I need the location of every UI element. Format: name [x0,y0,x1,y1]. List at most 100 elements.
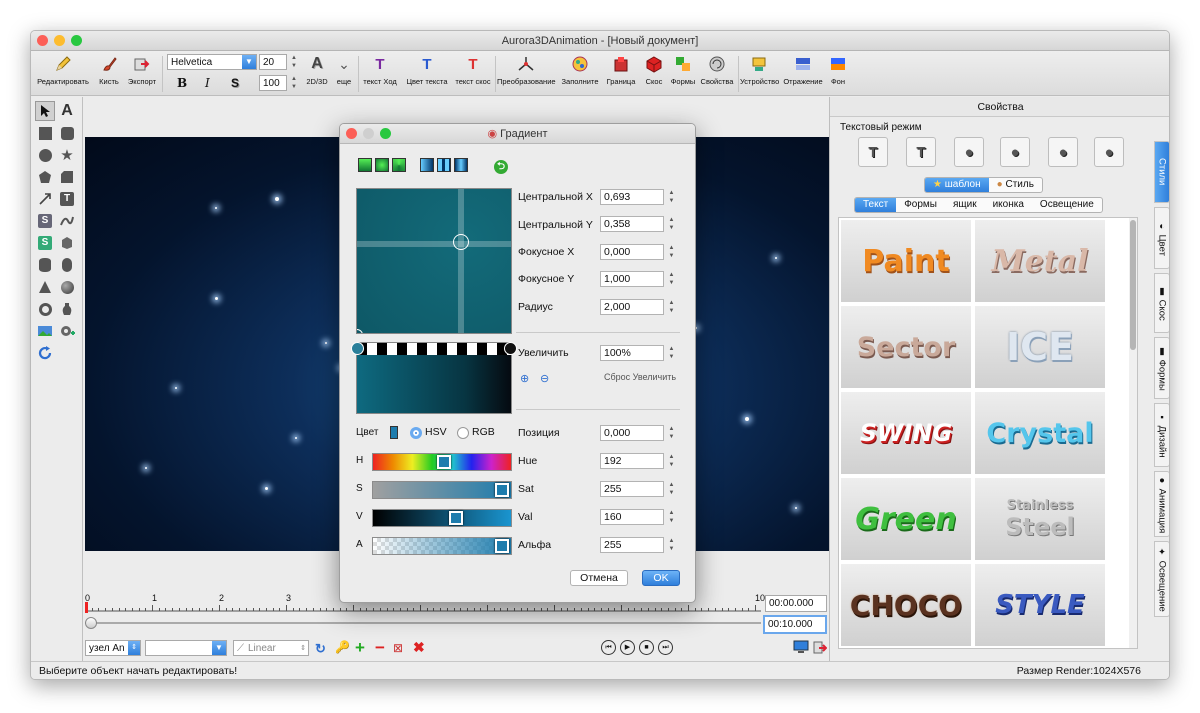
interpolation-select[interactable]: ⟋ Linear ⇕ [233,640,309,656]
focus-y-stepper[interactable]: ▲ ▼ [667,271,676,287]
side-tab[interactable]: Стили [1154,141,1169,203]
radius-stepper[interactable]: ▲ ▼ [667,299,676,315]
sphere-icon[interactable] [57,277,77,297]
zoom-in-icon[interactable]: ⊕ [520,372,529,385]
saturation-slider-handle[interactable] [495,483,509,497]
image-icon[interactable] [35,321,55,341]
path-icon[interactable] [57,211,77,231]
linear-gradient-type-icon[interactable] [358,158,372,172]
export-video-icon[interactable] [813,640,828,657]
rectangle-icon[interactable] [35,123,55,143]
ring-icon[interactable] [35,299,55,319]
text-bevel-button[interactable]: T текст скос [453,54,493,87]
text-mode-button[interactable]: T [906,137,936,167]
style-preset-green[interactable]: Green [841,478,971,560]
tab-text[interactable]: Текст [855,198,897,212]
ok-button[interactable]: OK [642,570,680,586]
zoom-out-icon[interactable]: ⊖ [540,372,549,385]
circle-icon[interactable] [35,145,55,165]
sat-input[interactable]: 255 [600,481,664,497]
side-tab[interactable]: ▮ Скос [1154,273,1169,333]
tab-box[interactable]: ящик [945,198,985,212]
time-slider-knob[interactable] [85,617,97,629]
saturation-slider[interactable] [372,481,512,499]
radius-input[interactable]: 2,000 [600,299,664,315]
position-stepper[interactable]: ▲ ▼ [667,425,676,441]
edit-button[interactable]: Редактировать [35,54,91,86]
border-button[interactable]: Граница [603,54,639,86]
reflect-spread-icon[interactable] [454,158,468,172]
style-preset-swing[interactable]: SWING [841,392,971,474]
refresh-icon[interactable]: ↻ [315,641,326,657]
gradient-preview[interactable] [356,188,512,334]
add-keyframe-icon[interactable]: + [355,638,365,658]
font-family-select[interactable]: Helvetica ▼ [167,54,257,70]
text-mode-button[interactable]: ● [954,137,984,167]
focus-handle[interactable] [357,329,363,333]
dialog-close-button[interactable] [346,128,357,139]
scale-stepper[interactable]: ▲ ▼ [288,75,300,91]
radial-gradient-type-icon[interactable] [375,158,389,172]
hue-input[interactable]: 192 [600,453,664,469]
value-slider[interactable] [372,509,512,527]
position-input[interactable]: 0,000 [600,425,664,441]
delete-icon[interactable]: ✖ [413,639,425,656]
symbol-icon[interactable]: S [35,211,55,231]
pad-spread-icon[interactable] [420,158,434,172]
zoom-stepper[interactable]: ▲ ▼ [667,345,676,361]
value-slider-handle[interactable] [449,511,463,525]
hsv-radio[interactable] [410,427,422,439]
center-handle[interactable] [453,234,469,250]
select-arrow-icon[interactable] [35,101,55,121]
reset-zoom-button[interactable]: Сброс Увеличить [604,372,676,382]
alpha-input[interactable]: 255 [600,537,664,553]
bevel-shape-icon[interactable] [57,167,77,187]
play-icon[interactable]: ▶ [620,640,635,655]
keyframe-icon[interactable]: 🔑 [335,640,350,654]
focus-x-input[interactable]: 0,000 [600,244,664,260]
background-button[interactable]: Фон [827,54,849,86]
properties-button[interactable]: Свойства [699,54,735,86]
side-tab[interactable]: ▮ Формы [1154,337,1169,399]
symbol-library-icon[interactable]: S [35,233,55,253]
split-keyframe-icon[interactable]: ⊠ [393,641,403,655]
style-preset-ice[interactable]: ICE [975,306,1105,388]
minimize-window-button[interactable] [54,35,65,46]
node-select[interactable]: узел An ⇕ [85,640,141,656]
capsule-icon[interactable] [57,255,77,275]
time-slider-track[interactable] [85,622,761,624]
remove-keyframe-icon[interactable]: − [375,638,385,658]
style-preset-stainless-steel[interactable]: Stainless Steel [975,478,1105,560]
focus-x-stepper[interactable]: ▲ ▼ [667,244,676,260]
sat-stepper[interactable]: ▲ ▼ [667,481,676,497]
style-preset-paint[interactable]: Paint [841,220,971,302]
gear-plus-icon[interactable] [57,321,77,341]
gradient-stop-start[interactable] [351,342,364,355]
reflection-button[interactable]: Отражение [781,54,825,86]
text-mode-button[interactable]: ● [1094,137,1124,167]
color-swatch[interactable] [390,426,398,439]
focus-y-input[interactable]: 1,000 [600,271,664,287]
rounded-rectangle-icon[interactable] [57,123,77,143]
alpha-slider[interactable] [372,537,512,555]
side-tab[interactable]: ✦ Освещение [1154,541,1169,617]
bold-button[interactable]: B [177,76,187,90]
fast-forward-icon[interactable]: ⏭ [658,640,673,655]
gradient-stop-end[interactable] [504,342,517,355]
back-arrow-icon[interactable]: ⮌ [494,160,508,174]
current-time-field[interactable]: 00:00.000 [765,595,827,612]
scale-input[interactable]: 100 [259,75,287,91]
brush-button[interactable]: Кисть [93,54,125,86]
track-select[interactable]: ▼ [145,640,227,656]
side-tab[interactable]: ◐ Цвет [1154,207,1169,269]
shapes-button[interactable]: Формы [669,54,697,86]
side-tab[interactable]: ▪ Дизайн [1154,403,1169,467]
gallery-scroll-thumb[interactable] [1130,220,1136,350]
rewind-icon[interactable]: ⏮ [601,640,616,655]
playhead-marker[interactable] [85,602,88,613]
style-preset-metal[interactable]: Metal [975,220,1105,302]
text-mode-button[interactable]: ● [1048,137,1078,167]
hue-slider[interactable] [372,453,512,471]
star-icon[interactable]: ★ [57,145,77,165]
fill-button[interactable]: Заполните [559,54,601,86]
